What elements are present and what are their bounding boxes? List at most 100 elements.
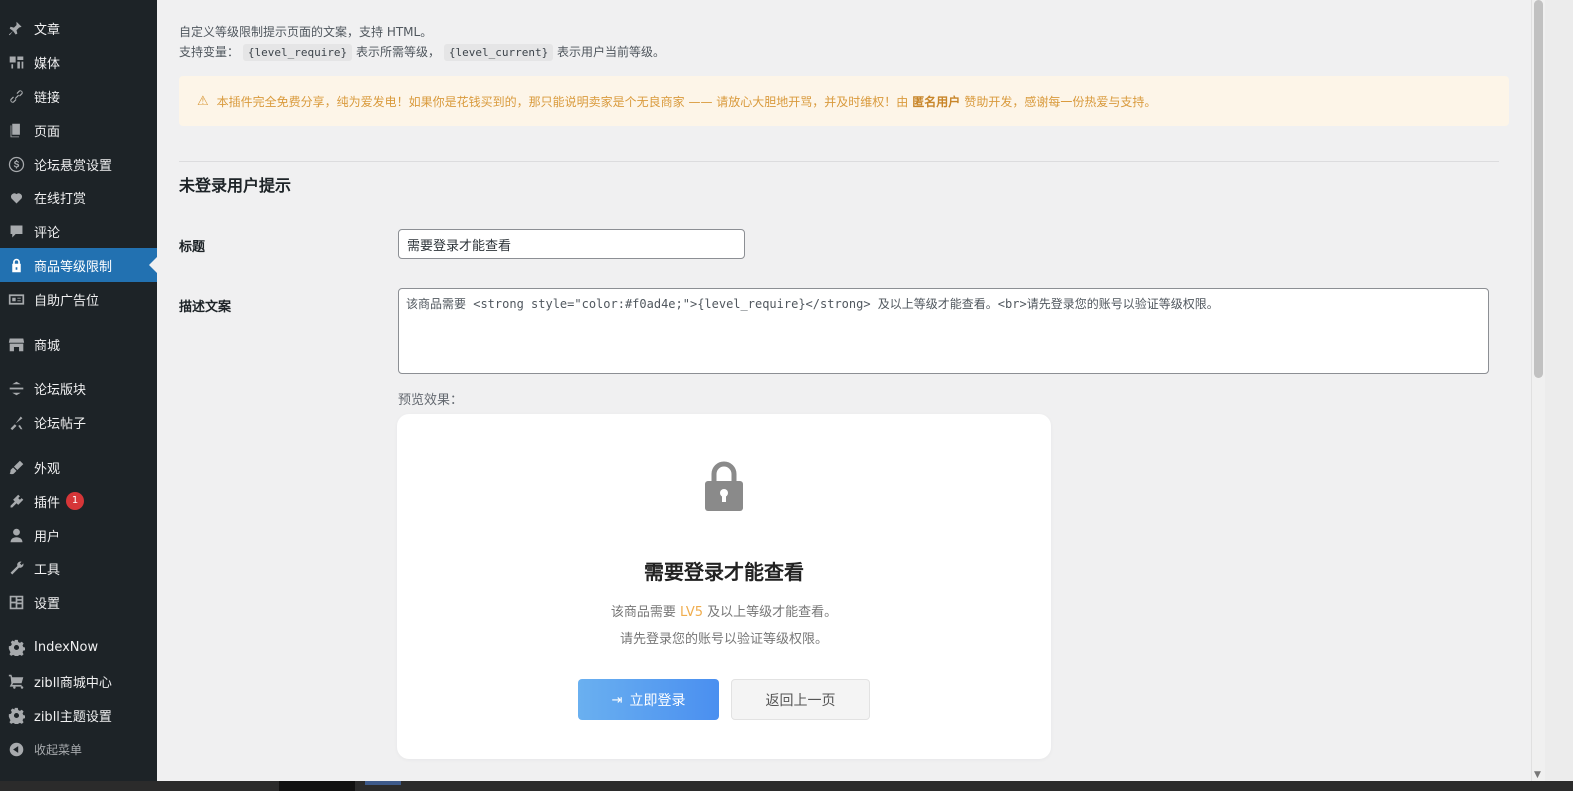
taskbar-indicator: [365, 781, 401, 785]
sidebar-item-store[interactable]: 商城: [0, 327, 157, 361]
sidebar-item-ads[interactable]: 自助广告位: [0, 282, 157, 316]
sidebar-item-media[interactable]: 媒体: [0, 45, 157, 79]
sidebar-item-label: IndexNow: [34, 639, 99, 655]
gear-icon: [6, 705, 26, 725]
taskbar-block: [279, 781, 355, 791]
scrollbar-thumb[interactable]: [1534, 0, 1543, 378]
description-label: 描述文案: [179, 300, 232, 315]
link-icon: [6, 86, 26, 106]
collapse-menu-button[interactable]: 收起菜单: [0, 732, 157, 766]
sidebar-item-label: 评论: [34, 225, 61, 241]
sidebar-item-label: 用户: [34, 529, 61, 545]
intro-line-2: 支持变量： {level_require} 表示所需等级， {level_cur…: [179, 42, 665, 63]
store-icon: [6, 334, 26, 354]
section-title: 未登录用户提示: [179, 176, 292, 195]
sidebar-item-level-limit[interactable]: 商品等级限制: [0, 248, 157, 282]
variable-level-require: {level_require}: [242, 44, 353, 61]
media-icon: [6, 52, 26, 72]
sidebar-item-forum-boards[interactable]: 论坛版块: [0, 371, 157, 405]
dollar-icon: [6, 154, 26, 174]
cart-icon: [6, 671, 26, 691]
sidebar-item-label: 收起菜单: [34, 742, 83, 757]
title-label: 标题: [179, 240, 206, 255]
intro-mid: 表示所需等级，: [356, 45, 441, 59]
window-edge: [1545, 0, 1573, 781]
warning-icon: ⚠: [197, 93, 209, 109]
sidebar-item-label: 商品等级限制: [34, 259, 113, 275]
user-icon: [6, 525, 26, 545]
login-icon: ⇥: [611, 691, 623, 707]
sidebar-item-label: 商城: [34, 338, 61, 354]
title-input[interactable]: [398, 229, 745, 259]
preview-text: 该商品需要: [610, 605, 676, 620]
preview-card: 需要登录才能查看 该商品需要 LV5 及以上等级才能查看。 请先登录您的账号以验…: [397, 414, 1051, 759]
page-icon: [6, 120, 26, 140]
sponsor-name: 匿名用户: [912, 94, 961, 109]
brush-icon: [6, 457, 26, 477]
sidebar-item-label: zibll主题设置: [34, 709, 112, 725]
sidebar-item-label: 媒体: [34, 56, 61, 72]
sidebar-item-appearance[interactable]: 外观: [0, 450, 157, 484]
description-textarea[interactable]: 该商品需要 <strong style="color:#f0ad4e;">{le…: [398, 288, 1489, 374]
divider: [179, 161, 1499, 162]
sidebar-item-forum-posts[interactable]: 论坛帖子: [0, 405, 157, 439]
sidebar-item-zibll-shop[interactable]: zibll商城中心: [0, 664, 157, 698]
preview-label: 预览效果：: [398, 393, 464, 408]
sidebar-item-donate[interactable]: 在线打赏: [0, 180, 157, 214]
sidebar-item-label: zibll商城中心: [34, 675, 112, 691]
sidebar-item-label: 自助广告位: [34, 293, 100, 309]
sidebar-item-forum-reward[interactable]: 论坛悬赏设置: [0, 147, 157, 181]
admin-sidebar: 文章 媒体 链接 页面 论坛悬赏设置 在线打赏 评论 商品等级限制 自助广告位 …: [0, 0, 157, 781]
ad-icon: [6, 289, 26, 309]
variable-level-current: {level_current}: [443, 44, 554, 61]
sidebar-item-links[interactable]: 链接: [0, 79, 157, 113]
plugin-icon: [6, 491, 26, 511]
preview-title: 需要登录才能查看: [644, 560, 804, 584]
intro-line-1: 自定义等级限制提示页面的文案，支持 HTML。: [179, 25, 433, 39]
intro-prefix: 支持变量：: [179, 45, 240, 59]
sidebar-item-label: 在线打赏: [34, 191, 87, 207]
sidebar-item-label: 链接: [34, 90, 61, 106]
sidebar-item-indexnow[interactable]: IndexNow: [0, 630, 157, 664]
taskbar-strip: [0, 781, 1573, 791]
sidebar-item-pages[interactable]: 页面: [0, 113, 157, 147]
sidebar-item-label: 论坛帖子: [34, 416, 87, 432]
settings-icon: [6, 592, 26, 612]
sidebar-item-label: 设置: [34, 596, 61, 612]
sidebar-item-tools[interactable]: 工具: [0, 551, 157, 585]
app-window: 文章 媒体 链接 页面 论坛悬赏设置 在线打赏 评论 商品等级限制 自助广告位 …: [0, 0, 1573, 781]
preview-text: 及以上等级才能查看。: [707, 605, 838, 620]
vertical-scrollbar[interactable]: ▼: [1531, 0, 1545, 781]
post-icon: [6, 412, 26, 432]
comment-icon: [6, 221, 26, 241]
sidebar-item-settings[interactable]: 设置: [0, 585, 157, 619]
preview-line-1: 该商品需要 LV5 及以上等级才能查看。: [397, 601, 1051, 620]
lock-icon: [705, 461, 743, 511]
sidebar-item-plugins[interactable]: 插件 1: [0, 484, 157, 518]
sidebar-item-comments[interactable]: 评论: [0, 214, 157, 248]
sidebar-item-label: 论坛悬赏设置: [34, 158, 113, 174]
login-button[interactable]: ⇥ 立即登录: [578, 679, 719, 720]
lock-icon: [6, 255, 26, 275]
collapse-icon: [6, 739, 26, 759]
scroll-down-icon[interactable]: ▼: [1534, 770, 1541, 780]
preview-line-2: 请先登录您的账号以验证等级权限。: [619, 632, 828, 647]
sponsor-notice: ⚠ 本插件完全免费分享，纯为爱发电！如果你是花钱买到的，那只能说明卖家是个无良商…: [179, 76, 1509, 126]
settings-panel: 自定义等级限制提示页面的文案，支持 HTML。 支持变量： {level_req…: [157, 0, 1531, 781]
notice-text: 本插件完全免费分享，纯为爱发电！如果你是花钱买到的，那只能说明卖家是个无良商家 …: [216, 94, 909, 109]
sidebar-item-users[interactable]: 用户: [0, 518, 157, 552]
sidebar-item-label: 文章: [34, 22, 61, 38]
wrench-icon: [6, 558, 26, 578]
update-count-badge: 1: [66, 492, 85, 510]
notice-text-end: 赞助开发，感谢每一份热爱与支持。: [964, 94, 1157, 109]
intro-text: 自定义等级限制提示页面的文案，支持 HTML。 支持变量： {level_req…: [179, 22, 665, 63]
sidebar-item-zibll-theme[interactable]: zibll主题设置: [0, 698, 157, 732]
sidebar-item-label: 插件: [34, 495, 61, 511]
login-button-label: 立即登录: [629, 691, 686, 708]
level-highlight: LV5: [680, 605, 703, 620]
sidebar-item-posts[interactable]: 文章: [0, 11, 157, 45]
back-button[interactable]: 返回上一页: [731, 679, 870, 720]
sidebar-item-label: 页面: [34, 124, 61, 140]
gear-icon: [6, 637, 26, 657]
forum-icon: [6, 378, 26, 398]
